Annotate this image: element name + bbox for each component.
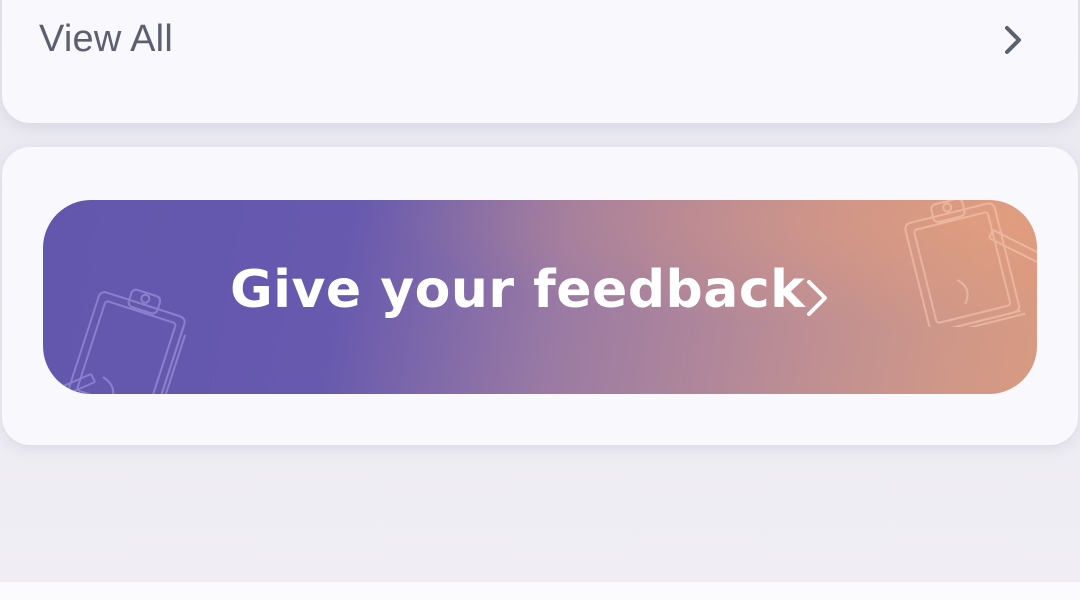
clipboard-icon — [44, 288, 187, 394]
clipboard-icon — [904, 200, 1037, 327]
chevron-right-icon — [1005, 26, 1021, 54]
chevron-right-icon — [807, 280, 827, 316]
feedback-button[interactable]: Give your feedback — [43, 200, 1037, 394]
bottom-navigation-edge — [0, 582, 1080, 600]
feedback-card: Give your feedback — [2, 147, 1078, 445]
feedback-label: Give your feedback — [230, 260, 806, 320]
view-all-card: View All — [2, 0, 1078, 123]
view-all-row[interactable]: View All — [2, 0, 1078, 90]
view-all-label: View All — [39, 18, 173, 60]
